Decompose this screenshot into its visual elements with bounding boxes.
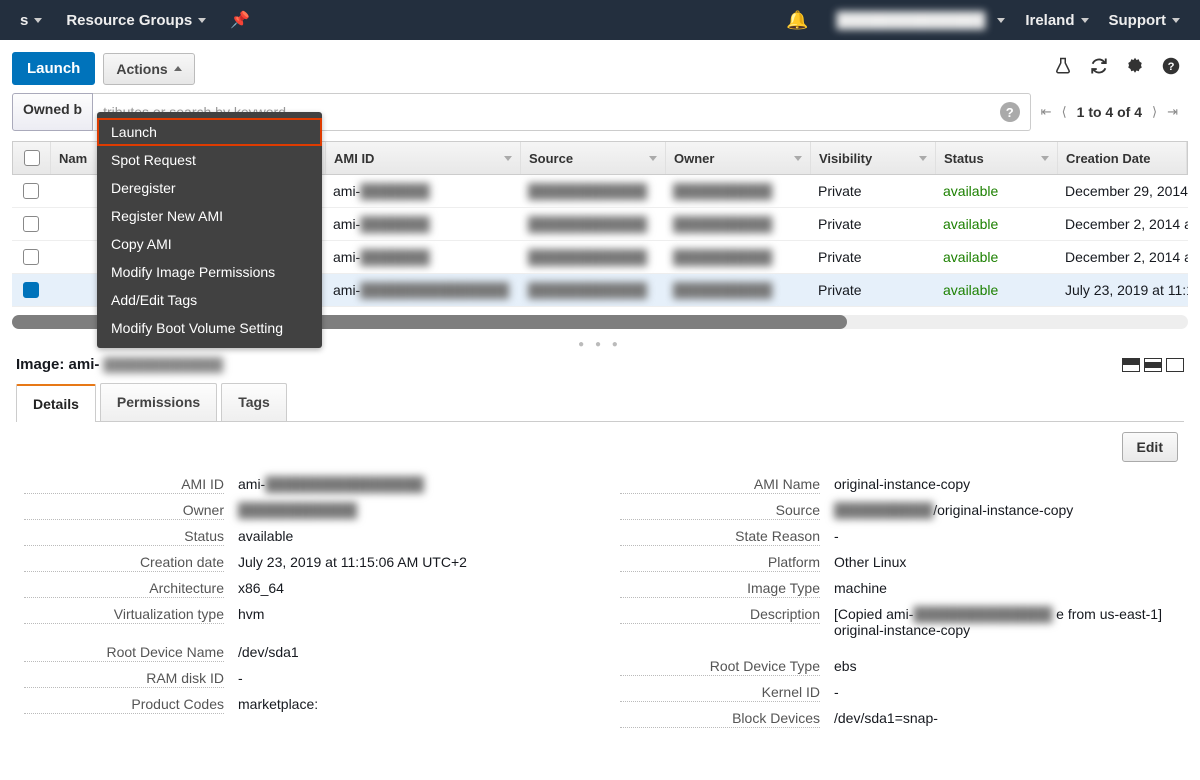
edit-button[interactable]: Edit — [1122, 432, 1178, 462]
field-label: Virtualization type — [24, 606, 224, 624]
action-register-new-ami[interactable]: Register New AMI — [97, 202, 322, 230]
row-checkbox[interactable] — [23, 249, 39, 265]
field-value: original-instance-copy — [834, 476, 1176, 492]
notifications-icon[interactable]: 🔔 — [774, 10, 820, 31]
field-label: Kernel ID — [620, 684, 820, 702]
region-menu[interactable]: Ireland — [1015, 12, 1098, 29]
action-modify-boot-volume[interactable]: Modify Boot Volume Setting — [97, 314, 322, 342]
svg-text:?: ? — [1168, 61, 1175, 73]
layout-split-icon[interactable] — [1144, 358, 1162, 372]
field-label: Description — [620, 606, 820, 624]
tab-details[interactable]: Details — [16, 384, 96, 422]
field-label: Architecture — [24, 580, 224, 598]
field-value: /dev/sda1 — [238, 644, 580, 660]
account-menu[interactable]: ██████████████ — [821, 12, 1016, 29]
help-icon[interactable]: ? — [1162, 57, 1180, 80]
field-label: Creation date — [24, 554, 224, 572]
field-value: - — [834, 684, 1176, 700]
field-value: [Copied ami-██████████████ e from us-eas… — [834, 606, 1176, 638]
chevron-up-icon — [174, 66, 182, 71]
column-source[interactable]: Source — [521, 142, 666, 174]
toolbar: Launch Actions ? — [0, 40, 1200, 93]
field-value: ami-████████████████ — [238, 476, 580, 492]
pager-prev-icon[interactable]: ⟨ — [1062, 104, 1067, 120]
support-menu[interactable]: Support — [1099, 12, 1191, 29]
refresh-icon[interactable] — [1090, 57, 1108, 80]
action-deregister[interactable]: Deregister — [97, 174, 322, 202]
field-value: ebs — [834, 658, 1176, 674]
field-label: Source — [620, 502, 820, 520]
field-value: July 23, 2019 at 11:15:06 AM UTC+2 — [238, 554, 580, 570]
layout-full-icon[interactable] — [1166, 358, 1184, 372]
field-value: available — [238, 528, 580, 544]
action-launch[interactable]: Launch — [97, 118, 322, 146]
field-label: Root Device Type — [620, 658, 820, 676]
launch-button[interactable]: Launch — [12, 52, 95, 85]
field-label: Product Codes — [24, 696, 224, 714]
field-label: AMI ID — [24, 476, 224, 494]
field-value: hvm — [238, 606, 580, 622]
action-spot-request[interactable]: Spot Request — [97, 146, 322, 174]
field-label: Platform — [620, 554, 820, 572]
column-visibility[interactable]: Visibility — [811, 142, 936, 174]
actions-dropdown: Launch Spot Request Deregister Register … — [97, 112, 322, 348]
pager-last-icon[interactable]: ⇥ — [1167, 104, 1178, 120]
layout-top-icon[interactable] — [1122, 358, 1140, 372]
field-value: machine — [834, 580, 1176, 596]
tab-permissions[interactable]: Permissions — [100, 383, 217, 421]
sort-icon — [1041, 156, 1049, 161]
row-checkbox[interactable] — [23, 216, 39, 232]
field-value: - — [834, 528, 1176, 544]
field-label: Owner — [24, 502, 224, 520]
search-help-icon[interactable]: ? — [1000, 102, 1020, 122]
column-status[interactable]: Status — [936, 142, 1058, 174]
field-value: Other Linux — [834, 554, 1176, 570]
actions-button[interactable]: Actions — [103, 53, 194, 85]
services-menu[interactable]: s — [10, 12, 52, 29]
sort-icon — [504, 156, 512, 161]
select-all-checkbox[interactable] — [24, 150, 40, 166]
details-panel: AMI ID ami-████████████████ Owner ████████… — [0, 472, 1200, 732]
pager-next-icon[interactable]: ⟩ — [1152, 104, 1157, 120]
column-ami-id[interactable]: AMI ID — [326, 142, 521, 174]
action-modify-image-permissions[interactable]: Modify Image Permissions — [97, 258, 322, 286]
pager-first-icon[interactable]: ⇤ — [1041, 104, 1052, 120]
field-value: /dev/sda1=snap- — [834, 710, 1176, 726]
detail-header: Image: ami-█████████████ — [0, 352, 1200, 383]
field-label: Status — [24, 528, 224, 546]
detail-tabs: Details Permissions Tags — [16, 383, 1184, 422]
tab-tags[interactable]: Tags — [221, 383, 287, 421]
column-owner[interactable]: Owner — [666, 142, 811, 174]
field-value: ██████████/original-instance-copy — [834, 502, 1176, 518]
pager: ⇤ ⟨ 1 to 4 of 4 ⟩ ⇥ — [1031, 93, 1188, 131]
action-add-edit-tags[interactable]: Add/Edit Tags — [97, 286, 322, 314]
field-value: - — [238, 670, 580, 686]
field-label: State Reason — [620, 528, 820, 546]
resource-groups-menu[interactable]: Resource Groups — [56, 12, 216, 29]
field-label: Block Devices — [620, 710, 820, 728]
sort-icon — [649, 156, 657, 161]
row-checkbox[interactable] — [23, 183, 39, 199]
sort-icon — [919, 156, 927, 161]
field-value: x86_64 — [238, 580, 580, 596]
field-value: ████████████ — [238, 502, 580, 518]
column-creation-date[interactable]: Creation Date — [1058, 142, 1187, 174]
action-copy-ami[interactable]: Copy AMI — [97, 230, 322, 258]
detail-title: Image: ami- — [16, 356, 99, 373]
field-value: marketplace: — [238, 696, 580, 712]
field-label: Root Device Name — [24, 644, 224, 662]
field-label: AMI Name — [620, 476, 820, 494]
row-checkbox[interactable] — [23, 282, 39, 298]
field-label: RAM disk ID — [24, 670, 224, 688]
field-label: Image Type — [620, 580, 820, 598]
settings-icon[interactable] — [1126, 57, 1144, 80]
resource-groups-label: Resource Groups — [66, 12, 192, 29]
pager-label: 1 to 4 of 4 — [1077, 104, 1142, 120]
pin-icon[interactable]: 📌 — [230, 10, 250, 30]
experiment-icon[interactable] — [1054, 57, 1072, 80]
sort-icon — [794, 156, 802, 161]
owned-by-filter[interactable]: Owned b — [12, 93, 93, 131]
global-nav: s Resource Groups 📌 🔔 ██████████████ Ire… — [0, 0, 1200, 40]
